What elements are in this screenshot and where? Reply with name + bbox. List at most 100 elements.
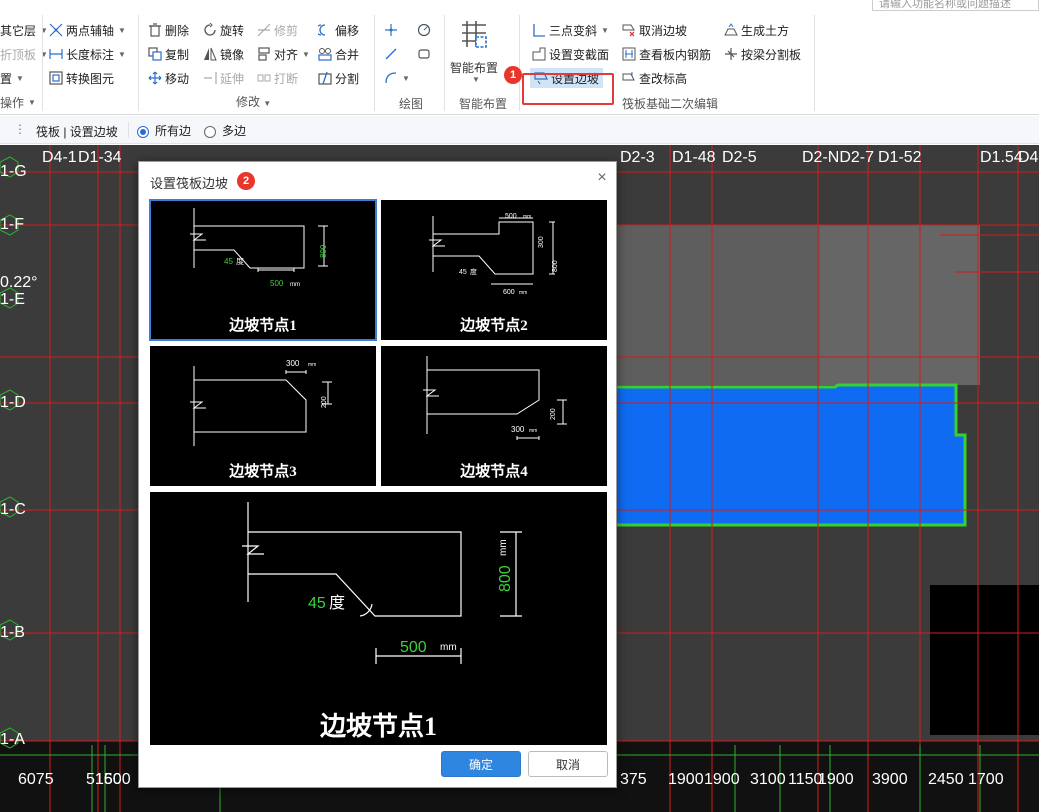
convert-element-button[interactable]: 转换图元 bbox=[49, 69, 114, 87]
preview-width-value: 500 bbox=[400, 639, 427, 656]
delete-icon bbox=[148, 23, 162, 37]
fold-top-button[interactable]: 折顶板 ▼ bbox=[0, 45, 48, 63]
draw-rect-button[interactable] bbox=[417, 45, 431, 63]
rebar-icon bbox=[622, 47, 636, 61]
copy-button[interactable]: 复制 bbox=[148, 45, 189, 63]
draw-circle-button[interactable] bbox=[417, 21, 431, 39]
rotate-button[interactable]: 旋转 bbox=[203, 21, 244, 39]
unit-label: mm bbox=[529, 428, 537, 434]
copy-icon bbox=[148, 47, 162, 61]
property-toolbar: ⋮ 筏板 | 设置边坡 所有边 多边 bbox=[0, 116, 1039, 144]
draw-arc-button[interactable]: ▼ bbox=[384, 69, 410, 87]
rotate-icon bbox=[203, 23, 217, 37]
operations-group-label[interactable]: 操作 ▼ bbox=[0, 93, 36, 111]
close-icon[interactable]: × bbox=[594, 170, 610, 186]
preview-unit: mm bbox=[498, 539, 509, 556]
angle-unit: 度 bbox=[236, 256, 244, 266]
axis-label: 1-E bbox=[0, 291, 25, 308]
two-point-aux-axis-button[interactable]: 两点辅轴 ▼ bbox=[49, 21, 126, 39]
height-value: 200 bbox=[550, 408, 557, 420]
slope-option-4[interactable]: 200 300 mm 边坡节点4 bbox=[381, 346, 607, 486]
dimension-label: 375 bbox=[620, 771, 647, 788]
set-variable-section-button[interactable]: 设置变截面 bbox=[532, 45, 609, 63]
help-search-input[interactable]: 请输入功能名称或问题描述 bbox=[872, 0, 1039, 11]
offset-icon bbox=[318, 23, 332, 37]
highlight-box bbox=[522, 73, 614, 105]
cancel-slope-button[interactable]: 取消边坡 bbox=[622, 21, 687, 39]
slope-option-2[interactable]: 500 mm 300 800 45 度 600 mm 边坡节点2 bbox=[381, 200, 607, 340]
modify-group-label[interactable]: 修改 ▼ bbox=[236, 93, 271, 110]
chevron-down-icon: ▼ bbox=[28, 97, 36, 107]
unit-label: mm bbox=[519, 290, 527, 296]
step-value: 300 bbox=[538, 236, 545, 248]
merge-button[interactable]: 合并 bbox=[318, 45, 359, 63]
preview-angle-value: 45 bbox=[308, 595, 326, 612]
mirror-icon bbox=[203, 47, 217, 61]
dimension-label: 6075 bbox=[18, 771, 54, 788]
width-value: 300 bbox=[286, 359, 300, 368]
chevron-down-icon: ▼ bbox=[118, 49, 126, 59]
offset-button[interactable]: 偏移 bbox=[318, 21, 359, 39]
mirror-button[interactable]: 镜像 bbox=[203, 45, 244, 63]
canvas-label: D2-ND2-7 bbox=[802, 149, 875, 166]
aux-axis-icon bbox=[49, 23, 63, 37]
slope-option-3[interactable]: 300 mm 200 边坡节点3 bbox=[150, 346, 376, 486]
trim-button[interactable]: 修剪 bbox=[257, 21, 298, 39]
delete-button[interactable]: 删除 bbox=[148, 21, 189, 39]
generate-earthwork-button[interactable]: 生成土方 bbox=[724, 21, 789, 39]
split-by-beam-button[interactable]: 按梁分割板 bbox=[724, 45, 801, 63]
draw-point-button[interactable] bbox=[384, 21, 398, 39]
top-value: 500 bbox=[505, 213, 517, 220]
canvas-label: D1-34 bbox=[78, 149, 122, 166]
settings-button[interactable]: 置 ▼ bbox=[0, 69, 24, 87]
option-label: 边坡节点2 bbox=[460, 318, 528, 334]
move-button[interactable]: 移动 bbox=[148, 69, 189, 87]
option-label: 边坡节点3 bbox=[229, 464, 297, 480]
length-dimension-button[interactable]: 长度标注 ▼ bbox=[49, 45, 126, 63]
view-slab-rebar-button[interactable]: 查看板内钢筋 bbox=[622, 45, 711, 63]
width-value: 600 bbox=[503, 289, 515, 296]
chevron-down-icon: ▼ bbox=[472, 75, 480, 84]
radio-all-edges[interactable]: 所有边 bbox=[137, 122, 191, 139]
trim-icon bbox=[257, 23, 271, 37]
three-point-slope-button[interactable]: 三点变斜 ▼ bbox=[532, 21, 609, 39]
breadcrumb: 筏板 | 设置边坡 bbox=[36, 125, 118, 139]
angle-value: 45 bbox=[459, 269, 467, 276]
circle-icon bbox=[417, 23, 431, 37]
radio-multi-edges[interactable]: 多边 bbox=[204, 122, 246, 139]
ribbon: 其它层 ▼ 折顶板 ▼ 置 ▼ 操作 ▼ 两点辅轴 ▼ 长度标注 ▼ 转换图元 删除 旋转 … bbox=[0, 11, 1039, 115]
other-layer-button[interactable]: 其它层 ▼ bbox=[0, 21, 48, 39]
extend-button[interactable]: 延伸 bbox=[203, 69, 244, 87]
slope-option-1[interactable]: 45 度 500 mm 800 边坡节点1 bbox=[149, 199, 377, 341]
dots-icon: ⋮ bbox=[14, 122, 26, 136]
canvas-label: D2-3 bbox=[620, 149, 655, 166]
dialog-title: 设置筏板边坡 bbox=[150, 176, 229, 191]
point-icon bbox=[384, 23, 398, 37]
earthwork-icon bbox=[724, 23, 738, 37]
preview-unit: mm bbox=[440, 642, 457, 653]
toolbar-divider bbox=[128, 122, 129, 138]
axis-label: 1-C bbox=[0, 501, 26, 518]
confirm-button[interactable]: 确定 bbox=[441, 751, 521, 777]
height-value: 200 bbox=[321, 396, 328, 408]
draw-line-button[interactable] bbox=[384, 45, 398, 63]
check-elevation-button[interactable]: 查改标高 bbox=[622, 69, 687, 87]
height-value: 800 bbox=[552, 260, 559, 272]
chevron-down-icon: ▼ bbox=[601, 25, 609, 35]
break-button[interactable]: 打断 bbox=[257, 69, 298, 87]
align-button[interactable]: 对齐 ▼ bbox=[257, 45, 310, 63]
group-divider bbox=[444, 15, 445, 111]
radio-selected-icon bbox=[137, 125, 149, 138]
axis-label: 1-A bbox=[0, 731, 25, 748]
chevron-down-icon: ▼ bbox=[261, 99, 272, 108]
dimension-label: 1900 bbox=[818, 771, 854, 788]
smart-layout-button[interactable]: 智能布置 ▼ bbox=[450, 19, 502, 91]
preview-label: 边坡节点1 bbox=[319, 712, 437, 741]
dimension-label: 1900 bbox=[704, 771, 740, 788]
split-button[interactable]: 分割 bbox=[318, 69, 359, 87]
cancel-button[interactable]: 取消 bbox=[528, 751, 608, 777]
split-icon bbox=[318, 71, 332, 85]
unit-label: mm bbox=[308, 362, 316, 368]
group-divider bbox=[374, 15, 375, 111]
axis-label: 1-D bbox=[0, 394, 26, 411]
